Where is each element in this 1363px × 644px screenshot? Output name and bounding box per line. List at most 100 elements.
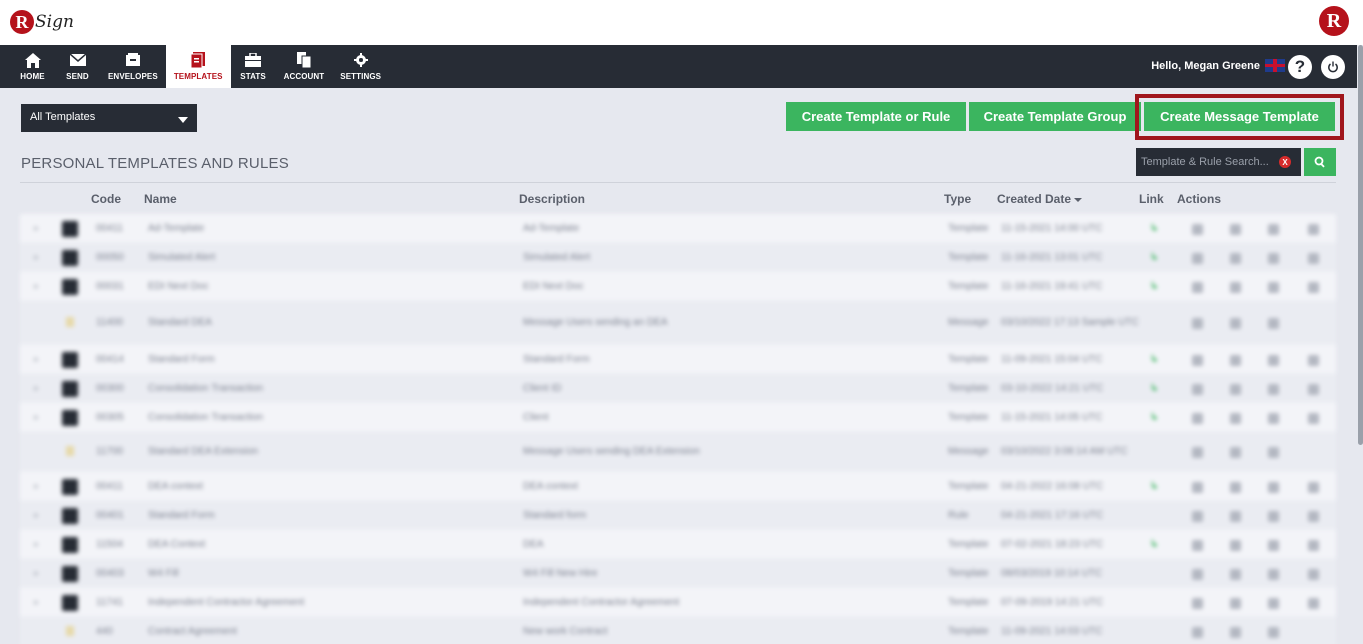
edit-icon[interactable] (1230, 447, 1241, 458)
delete-icon[interactable] (1268, 569, 1279, 580)
edit-icon[interactable] (1230, 413, 1241, 424)
history-icon[interactable] (1308, 413, 1319, 424)
history-icon[interactable] (1308, 569, 1319, 580)
table-row[interactable]: 11700 Standard DEA Extension Message Users… (20, 432, 1336, 472)
expand-row-icon[interactable]: » (33, 481, 39, 492)
table-row[interactable]: 11400 Standard DEA Message Users sending a… (20, 301, 1336, 345)
expand-row-icon[interactable]: » (33, 281, 39, 292)
delete-icon[interactable] (1268, 355, 1279, 366)
row-name[interactable]: Standard DEA Extension (148, 446, 258, 457)
table-row[interactable]: 440 Contract Agreement New work Contract Te… (20, 617, 1336, 644)
delete-icon[interactable] (1268, 482, 1279, 493)
history-icon[interactable] (1308, 253, 1319, 264)
table-row[interactable]: » 00411 DEA context DEA context Template 04-2… (20, 472, 1336, 501)
delete-icon[interactable] (1268, 598, 1279, 609)
nav-templates[interactable]: TEMPLATES (165, 45, 231, 88)
row-name[interactable]: Standard Form (148, 510, 215, 521)
nav-settings[interactable]: SETTINGS (332, 45, 389, 88)
create-template-group-button[interactable]: Create Template Group (969, 102, 1141, 131)
help-button[interactable]: ? (1288, 55, 1312, 79)
share-icon[interactable] (1192, 355, 1203, 366)
row-name[interactable]: Simulated Alert (148, 252, 215, 263)
scrollbar-thumb[interactable] (1358, 45, 1363, 445)
nav-home[interactable]: HOME (10, 45, 55, 88)
link-icon[interactable]: ↳ (1150, 412, 1158, 423)
logout-button[interactable] (1321, 55, 1345, 79)
history-icon[interactable] (1308, 384, 1319, 395)
row-name[interactable]: DEA context (148, 481, 203, 492)
table-row[interactable]: » 11504 DEA Context DEA Template 07-02-2021 1… (20, 530, 1336, 559)
delete-icon[interactable] (1268, 282, 1279, 293)
language-flag-icon[interactable] (1265, 59, 1285, 72)
table-row[interactable]: » 00050 Simulated Alert Simulated Alert Temp… (20, 243, 1336, 272)
share-icon[interactable] (1192, 598, 1203, 609)
row-name[interactable]: Standard DEA (148, 317, 212, 328)
expand-row-icon[interactable]: » (33, 510, 39, 521)
share-icon[interactable] (1192, 384, 1203, 395)
history-icon[interactable] (1308, 598, 1319, 609)
nav-stats[interactable]: STATS (231, 45, 276, 88)
delete-icon[interactable] (1268, 540, 1279, 551)
expand-row-icon[interactable]: » (33, 252, 39, 263)
row-name[interactable]: Consolidation Transaction (148, 383, 263, 394)
link-icon[interactable]: ↳ (1150, 481, 1158, 492)
share-icon[interactable] (1192, 482, 1203, 493)
expand-row-icon[interactable]: » (33, 412, 39, 423)
search-button[interactable] (1304, 148, 1336, 176)
row-name[interactable]: W4 Fill (148, 568, 179, 579)
row-name[interactable]: Independent Contractor Agreement (148, 597, 304, 608)
history-icon[interactable] (1308, 355, 1319, 366)
rsign-logo[interactable]: R Sign (10, 6, 74, 38)
share-icon[interactable] (1192, 282, 1203, 293)
nav-send[interactable]: SEND (55, 45, 100, 88)
row-name[interactable]: Contract Agreement (148, 626, 237, 637)
edit-icon[interactable] (1230, 540, 1241, 551)
table-row[interactable]: » 00031 EDI Next Doc EDI Next Doc Template 11… (20, 272, 1336, 301)
share-icon[interactable] (1192, 511, 1203, 522)
delete-icon[interactable] (1268, 253, 1279, 264)
table-row[interactable]: » 00403 W4 Fill W4 Fill New Hire Template 08/… (20, 559, 1336, 588)
column-header-code[interactable]: Code (91, 192, 121, 206)
delete-icon[interactable] (1268, 224, 1279, 235)
link-icon[interactable]: ↳ (1150, 383, 1158, 394)
edit-icon[interactable] (1230, 598, 1241, 609)
edit-icon[interactable] (1230, 384, 1241, 395)
share-icon[interactable] (1192, 569, 1203, 580)
column-header-type[interactable]: Type (944, 192, 971, 206)
expand-row-icon[interactable]: » (33, 354, 39, 365)
edit-icon[interactable] (1230, 224, 1241, 235)
template-search-input[interactable]: Template & Rule Search... X (1136, 148, 1301, 176)
create-template-rule-button[interactable]: Create Template or Rule (786, 102, 966, 131)
delete-icon[interactable] (1268, 447, 1279, 458)
link-icon[interactable]: ↳ (1150, 252, 1158, 263)
nav-envelopes[interactable]: ENVELOPES (100, 45, 166, 88)
share-icon[interactable] (1192, 447, 1203, 458)
edit-icon[interactable] (1230, 627, 1241, 638)
edit-icon[interactable] (1230, 253, 1241, 264)
expand-row-icon[interactable]: » (33, 383, 39, 394)
edit-icon[interactable] (1230, 511, 1241, 522)
column-header-created-date[interactable]: Created Date (997, 192, 1083, 206)
link-icon[interactable]: ↳ (1150, 354, 1158, 365)
expand-row-icon[interactable]: » (33, 539, 39, 550)
delete-icon[interactable] (1268, 627, 1279, 638)
edit-icon[interactable] (1230, 318, 1241, 329)
page-scrollbar[interactable] (1357, 45, 1363, 644)
history-icon[interactable] (1308, 511, 1319, 522)
table-row[interactable]: » 00414 Standard Form Standard Form Template… (20, 345, 1336, 374)
column-header-description[interactable]: Description (519, 192, 585, 206)
expand-row-icon[interactable]: » (33, 568, 39, 579)
row-name[interactable]: EDI Next Doc (148, 281, 209, 292)
history-icon[interactable] (1308, 282, 1319, 293)
table-row[interactable]: » 00300 Consolidation Transaction Client ID… (20, 374, 1336, 403)
row-name[interactable]: Ad-Template (148, 223, 204, 234)
edit-icon[interactable] (1230, 482, 1241, 493)
edit-icon[interactable] (1230, 355, 1241, 366)
history-icon[interactable] (1308, 540, 1319, 551)
share-icon[interactable] (1192, 318, 1203, 329)
delete-icon[interactable] (1268, 511, 1279, 522)
table-row[interactable]: » 00305 Consolidation Transaction Client Tem… (20, 403, 1336, 432)
link-icon[interactable]: ↳ (1150, 223, 1158, 234)
row-name[interactable]: Standard Form (148, 354, 215, 365)
clear-search-icon[interactable]: X (1279, 156, 1291, 168)
